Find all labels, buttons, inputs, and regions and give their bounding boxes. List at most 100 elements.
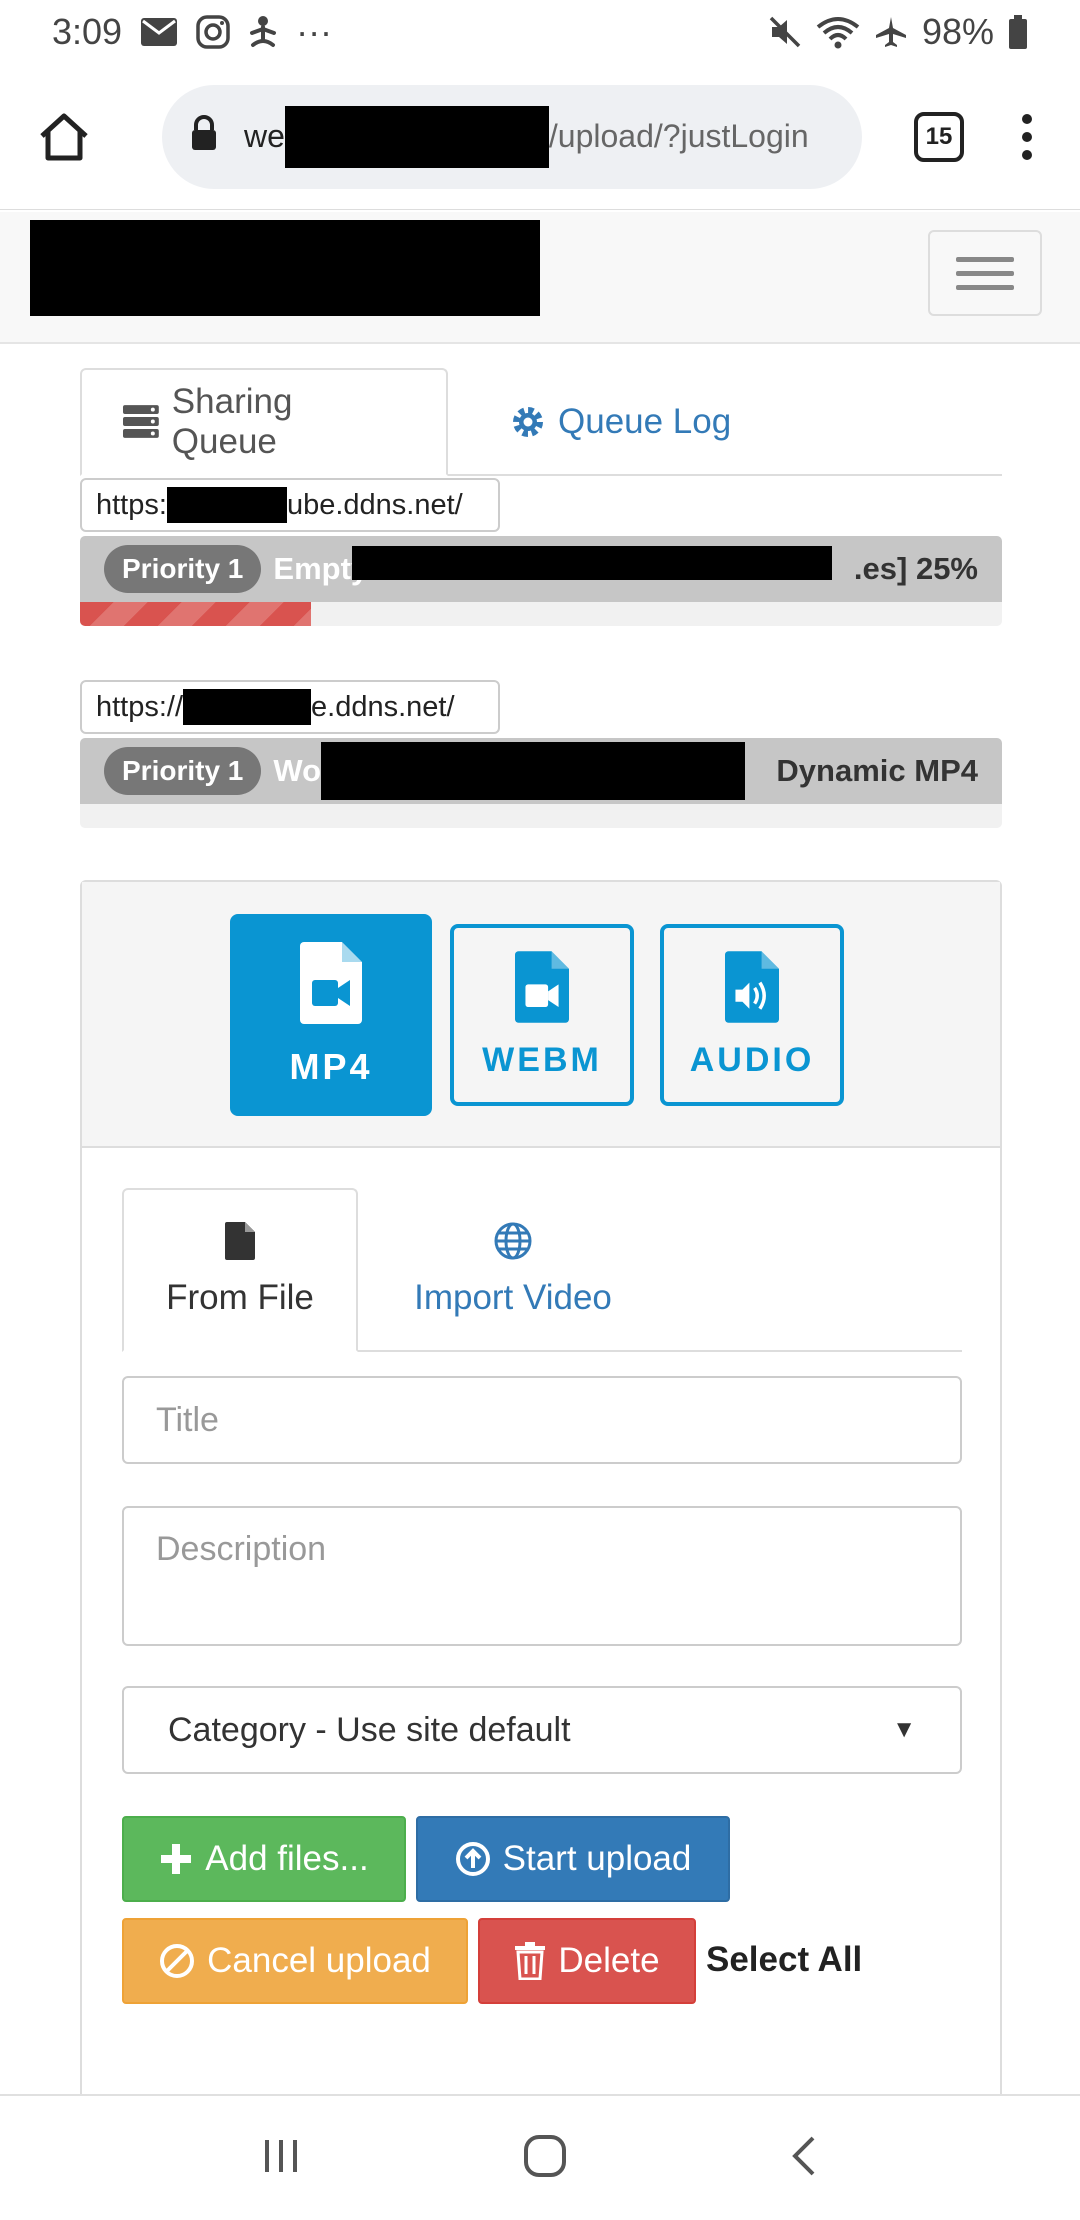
queue-item-url[interactable]: https:// e.ddns.net/ xyxy=(80,680,500,734)
cancel-upload-button[interactable]: Cancel upload xyxy=(122,1918,468,2004)
add-files-button[interactable]: Add files... xyxy=(122,1816,406,1902)
description-placeholder: Description xyxy=(156,1530,327,1568)
lock-icon xyxy=(190,114,218,159)
format-selector: MP4 WEBM AUDIO xyxy=(82,882,1000,1148)
tab-from-file[interactable]: From File xyxy=(122,1188,358,1352)
redacted-block xyxy=(183,689,312,725)
progress-bar xyxy=(80,602,1002,626)
title-placeholder: Title xyxy=(156,1400,219,1439)
navbar-toggle-button[interactable] xyxy=(928,230,1042,316)
format-label: AUDIO xyxy=(689,1040,815,1079)
format-audio-button[interactable]: AUDIO xyxy=(660,924,844,1106)
gear-icon xyxy=(513,407,543,437)
priority-badge: Priority 1 xyxy=(104,747,262,795)
queue-item-bar: Priority 1 Empty .es] 25% xyxy=(80,536,1002,602)
tab-label: From File xyxy=(166,1278,314,1317)
select-all-toggle[interactable]: Select All xyxy=(706,1940,862,1980)
redacted-block xyxy=(352,546,833,580)
home-button[interactable] xyxy=(36,109,92,165)
file-video-icon xyxy=(515,950,569,1023)
tab-sharing-queue[interactable]: Sharing Queue xyxy=(80,368,448,476)
button-label: Delete xyxy=(558,1941,660,1980)
url-path: /upload/?justLogin xyxy=(548,118,809,154)
tab-switcher-button[interactable]: 15 xyxy=(914,111,964,162)
start-upload-button[interactable]: Start upload xyxy=(416,1816,730,1902)
instagram-icon xyxy=(196,15,230,49)
url-end: ube.ddns.net/ xyxy=(286,488,463,521)
button-label: Start upload xyxy=(502,1839,692,1878)
progress-fill xyxy=(80,602,311,626)
upload-circle-icon xyxy=(455,1842,490,1876)
url-start: https: xyxy=(96,488,167,521)
priority-badge: Priority 1 xyxy=(104,545,262,593)
queue-item-status: Dynamic MP4 xyxy=(776,753,978,788)
dot xyxy=(1022,149,1032,160)
battery-icon xyxy=(1008,15,1028,49)
queue-item-status: .es] 25% xyxy=(853,551,978,586)
button-label: Cancel upload xyxy=(207,1941,431,1980)
format-mp4-button[interactable]: MP4 xyxy=(230,914,432,1116)
url-domain-start: we xyxy=(244,118,285,154)
title-input[interactable]: Title xyxy=(122,1376,962,1464)
home-icon xyxy=(40,113,88,160)
ban-icon xyxy=(160,1944,195,1978)
trash-icon xyxy=(515,1942,546,1980)
progress-bar xyxy=(80,804,1002,828)
url-end: e.ddns.net/ xyxy=(311,690,455,723)
format-webm-button[interactable]: WEBM xyxy=(450,924,634,1106)
category-select[interactable]: Category - Use site default ▼ xyxy=(122,1686,962,1774)
file-icon xyxy=(225,1222,255,1260)
site-logo-redacted[interactable] xyxy=(30,220,540,316)
description-textarea[interactable]: Description xyxy=(122,1506,962,1646)
dot xyxy=(1022,131,1032,142)
format-label: WEBM xyxy=(482,1040,602,1079)
file-video-icon xyxy=(300,942,362,1024)
wifi-icon xyxy=(816,15,860,49)
browser-menu-button[interactable] xyxy=(1022,113,1032,160)
redacted-block xyxy=(321,742,746,800)
back-button[interactable] xyxy=(789,2134,819,2183)
delete-button[interactable]: Delete xyxy=(478,1918,696,2004)
hamburger-line xyxy=(956,284,1014,290)
dot xyxy=(1022,113,1032,124)
hamburger-line xyxy=(956,270,1014,276)
queue-item-url[interactable]: https: ube.ddns.net/ xyxy=(80,478,500,532)
mute-icon xyxy=(768,15,802,49)
more-notifications-icon: ··· xyxy=(296,11,333,52)
recent-apps-button[interactable] xyxy=(261,2136,301,2181)
tab-label: Queue Log xyxy=(558,402,732,441)
category-selected-value: Category - Use site default xyxy=(168,1710,571,1749)
redacted-block xyxy=(284,105,549,168)
hamburger-line xyxy=(956,256,1014,262)
tab-label: Import Video xyxy=(414,1278,612,1317)
source-tabs: From File Import Video xyxy=(122,1188,962,1352)
queue-item-bar: Priority 1 Wo Dynamic MP4 xyxy=(80,738,1002,804)
home-circle-icon xyxy=(524,2134,566,2177)
clock: 3:09 xyxy=(52,11,123,52)
mail-icon xyxy=(140,17,178,47)
redacted-block xyxy=(166,487,287,523)
url-start: https:// xyxy=(96,690,184,723)
upload-panel: MP4 WEBM AUDIO From File Import Video Ti… xyxy=(80,880,1002,2220)
file-audio-icon xyxy=(725,950,779,1023)
tab-import-video[interactable]: Import Video xyxy=(358,1188,668,1352)
browser-toolbar: we /upload/?justLogin 15 xyxy=(0,64,1080,210)
address-bar[interactable]: we /upload/?justLogin xyxy=(162,84,862,189)
battery-percent: 98% xyxy=(921,11,994,52)
system-navigation-bar xyxy=(0,2094,1080,2220)
status-bar: 3:09 ··· 98% xyxy=(0,0,1080,64)
tab-queue-log[interactable]: Queue Log xyxy=(470,368,771,476)
back-chevron-icon xyxy=(792,2136,815,2175)
queue-item: https:// e.ddns.net/ Priority 1 Wo Dynam… xyxy=(80,680,1002,830)
server-icon xyxy=(122,405,159,438)
globe-icon xyxy=(494,1222,532,1260)
site-navbar xyxy=(0,212,1080,344)
button-label: Add files... xyxy=(205,1839,369,1878)
queue-item: https: ube.ddns.net/ Priority 1 Empty .e… xyxy=(80,478,1002,628)
tab-label: Sharing Queue xyxy=(171,382,293,461)
meditation-icon xyxy=(248,15,278,49)
airplane-mode-icon xyxy=(874,15,908,49)
home-nav-button[interactable] xyxy=(523,2134,567,2183)
caret-down-icon: ▼ xyxy=(892,1716,916,1743)
queue-tabs: Sharing Queue Queue Log xyxy=(80,368,1002,476)
